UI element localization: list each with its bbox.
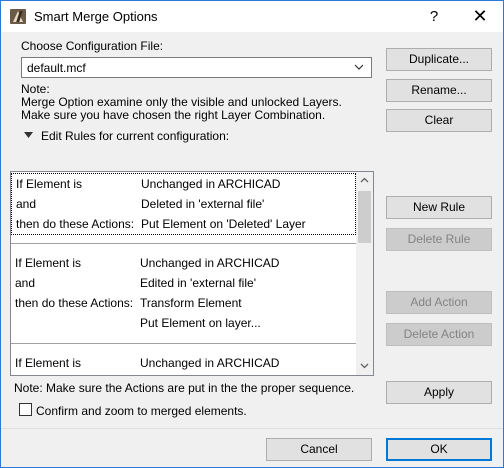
scroll-up-icon[interactable] xyxy=(356,172,373,189)
rule-action-value: Put Element on 'Deleted' Layer xyxy=(141,217,306,231)
rule-row: Put Element on layer... xyxy=(11,313,356,333)
ok-button[interactable]: OK xyxy=(386,438,492,461)
window-title: Smart Merge Options xyxy=(34,9,158,24)
rule-separator xyxy=(11,343,356,344)
smart-merge-dialog: Smart Merge Options ? ✕ Choose Configura… xyxy=(0,0,504,468)
rule-condition-label: If Element is xyxy=(15,256,82,270)
note-title: Note: xyxy=(21,82,50,96)
rule-condition-label: If Element is xyxy=(16,177,83,191)
rules-scrollbar[interactable] xyxy=(356,172,373,375)
rule-row: then do these Actions: Transform Element xyxy=(11,293,356,313)
rule-condition-label: If Element is xyxy=(15,356,82,370)
rules-list[interactable]: If Element is Unchanged in ARCHICAD and … xyxy=(10,171,374,376)
delete-action-button[interactable]: Delete Action xyxy=(386,323,492,346)
config-file-value: default.mcf xyxy=(27,61,86,75)
rule-condition-label: and xyxy=(15,276,36,290)
config-file-dropdown[interactable]: default.mcf xyxy=(21,57,372,78)
config-label: Choose Configuration File: xyxy=(21,39,164,53)
rule-item[interactable]: If Element is Unchanged in ARCHICAD xyxy=(11,353,356,375)
rule-condition-value: Unchanged in ARCHICAD xyxy=(140,356,280,370)
apply-button[interactable]: Apply xyxy=(386,381,492,404)
rename-button[interactable]: Rename... xyxy=(386,79,492,102)
rule-item[interactable]: If Element is Unchanged in ARCHICAD and … xyxy=(11,173,356,235)
rule-condition-value: Unchanged in ARCHICAD xyxy=(141,177,281,191)
cancel-button[interactable]: Cancel xyxy=(266,438,372,461)
edit-rules-label: Edit Rules for current configuration: xyxy=(41,129,230,143)
help-button[interactable]: ? xyxy=(411,1,457,32)
rule-row: If Element is Unchanged in ARCHICAD xyxy=(11,253,356,273)
rule-action-value: Transform Element xyxy=(140,296,242,310)
rule-row: If Element is Unchanged in ARCHICAD xyxy=(11,353,356,373)
archicad-app-icon xyxy=(10,9,26,24)
rule-condition-value: Deleted in 'external file' xyxy=(141,197,265,211)
delete-rule-button[interactable]: Delete Rule xyxy=(386,228,492,251)
note-line-2: Make sure you have chosen the right Laye… xyxy=(21,108,326,122)
rule-item[interactable]: If Element is Unchanged in ARCHICAD and … xyxy=(11,253,356,335)
clear-button[interactable]: Clear xyxy=(386,109,492,132)
rule-action-value: Put Element on layer... xyxy=(140,316,261,330)
confirm-zoom-checkbox[interactable] xyxy=(19,403,32,416)
new-rule-button[interactable]: New Rule xyxy=(386,196,492,219)
rule-action-label: then do these Actions: xyxy=(16,217,135,231)
note-line-1: Merge Option examine only the visible an… xyxy=(21,95,342,109)
rule-action-label: then do these Actions: xyxy=(15,296,134,310)
rule-row: and Edited in 'external file' xyxy=(11,273,356,293)
title-bar: Smart Merge Options ? ✕ xyxy=(1,1,503,32)
scrollbar-thumb[interactable] xyxy=(358,191,371,243)
duplicate-button[interactable]: Duplicate... xyxy=(386,48,492,71)
rule-row: If Element is Unchanged in ARCHICAD xyxy=(12,174,357,194)
rule-condition-value: Edited in 'external file' xyxy=(140,276,256,290)
chevron-down-icon xyxy=(353,60,365,77)
close-button[interactable]: ✕ xyxy=(457,1,503,32)
sequence-note: Note: Make sure the Actions are put in t… xyxy=(14,381,355,395)
scroll-down-icon[interactable] xyxy=(356,358,373,375)
rule-condition-label: and xyxy=(16,197,37,211)
collapse-triangle-icon[interactable] xyxy=(23,129,34,143)
add-action-button[interactable]: Add Action xyxy=(386,291,492,314)
confirm-zoom-label: Confirm and zoom to merged elements. xyxy=(36,404,247,418)
rule-row: and Deleted in 'external file' xyxy=(12,194,357,214)
rule-separator xyxy=(11,243,356,244)
rule-condition-value: Unchanged in ARCHICAD xyxy=(140,256,280,270)
rule-row: then do these Actions: Put Element on 'D… xyxy=(12,214,357,234)
